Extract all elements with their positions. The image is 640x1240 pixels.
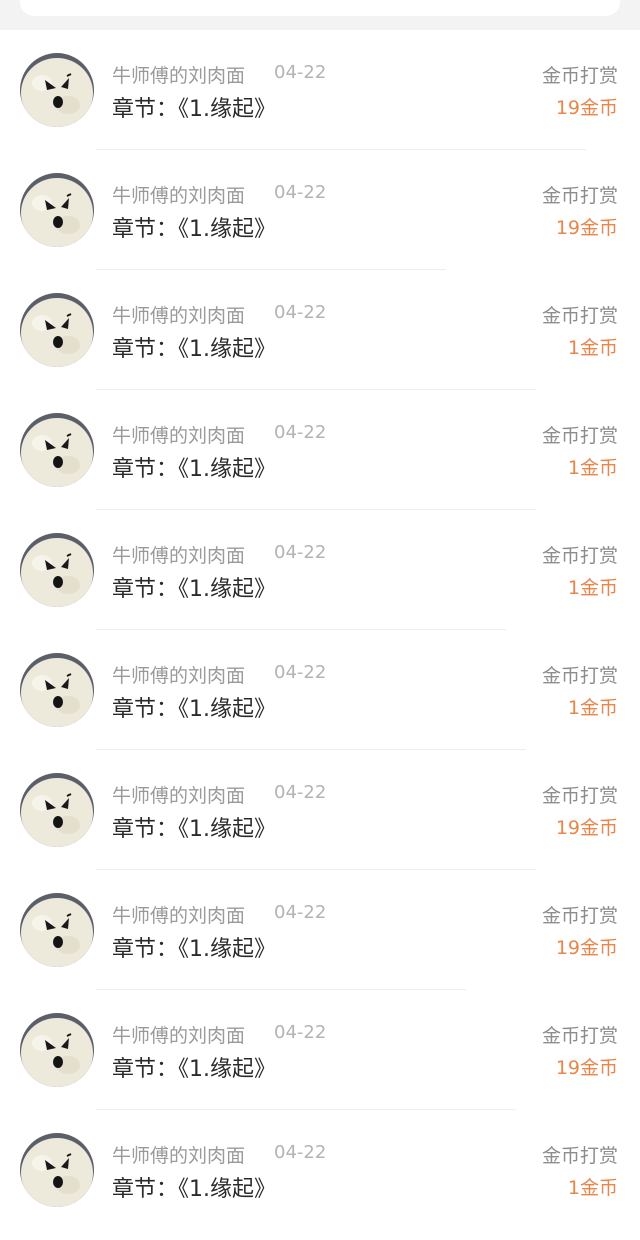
user-name[interactable]: 牛师傅的刘肉面: [112, 61, 245, 88]
record-date: 04-22: [274, 422, 327, 443]
tip-amount: 19金币: [555, 1057, 618, 1079]
tip-amount: 1金币: [567, 577, 618, 599]
chapter-title: 章节：《1.缘起》: [112, 817, 276, 842]
angry-bear-avatar-icon: [20, 413, 94, 487]
chapter-title: 章节：《1.缘起》: [112, 457, 276, 482]
tip-record-row[interactable]: 牛师傅的刘肉面 04-22 章节：《1.缘起》 金币打赏 19金币: [0, 990, 640, 1110]
angry-bear-avatar-icon: [20, 893, 94, 967]
tip-record-row[interactable]: 牛师傅的刘肉面 04-22 章节：《1.缘起》 金币打赏 19金币: [0, 870, 640, 990]
tip-records-list: 牛师傅的刘肉面 04-22 章节：《1.缘起》 金币打赏 19金币 牛师傅的刘肉…: [0, 30, 640, 1240]
angry-bear-avatar-icon: [20, 773, 94, 847]
tip-type-label: 金币打赏: [541, 1145, 618, 1167]
user-avatar[interactable]: [20, 893, 94, 967]
tip-amount: 1金币: [567, 697, 618, 719]
angry-bear-avatar-icon: [20, 53, 94, 127]
user-name[interactable]: 牛师傅的刘肉面: [112, 181, 245, 208]
record-date: 04-22: [274, 782, 327, 803]
chapter-title: 章节：《1.缘起》: [112, 97, 276, 122]
tip-amount: 19金币: [555, 217, 618, 239]
tip-type-label: 金币打赏: [541, 65, 618, 87]
record-date: 04-22: [274, 1142, 327, 1163]
user-name[interactable]: 牛师傅的刘肉面: [112, 901, 245, 928]
tip-type-label: 金币打赏: [541, 305, 618, 327]
tip-amount: 19金币: [555, 937, 618, 959]
angry-bear-avatar-icon: [20, 293, 94, 367]
user-avatar[interactable]: [20, 413, 94, 487]
user-name[interactable]: 牛师傅的刘肉面: [112, 781, 245, 808]
angry-bear-avatar-icon: [20, 1013, 94, 1087]
chapter-title: 章节：《1.缘起》: [112, 937, 276, 962]
chapter-title: 章节：《1.缘起》: [112, 577, 276, 602]
user-avatar[interactable]: [20, 53, 94, 127]
top-edge: [0, 0, 640, 30]
user-avatar[interactable]: [20, 533, 94, 607]
tip-record-row[interactable]: 牛师傅的刘肉面 04-22 章节：《1.缘起》 金币打赏 19金币: [0, 30, 640, 150]
tip-record-row[interactable]: 牛师傅的刘肉面 04-22 章节：《1.缘起》 金币打赏 1金币: [0, 1110, 640, 1230]
tip-record-row[interactable]: 牛师傅的刘肉面 04-22 章节：《1.缘起》 金币打赏 19金币: [0, 750, 640, 870]
record-date: 04-22: [274, 1022, 327, 1043]
record-date: 04-22: [274, 182, 327, 203]
tip-type-label: 金币打赏: [541, 665, 618, 687]
user-avatar[interactable]: [20, 653, 94, 727]
user-avatar[interactable]: [20, 173, 94, 247]
tip-type-label: 金币打赏: [541, 425, 618, 447]
tip-type-label: 金币打赏: [541, 785, 618, 807]
tip-type-label: 金币打赏: [541, 545, 618, 567]
user-name[interactable]: 牛师傅的刘肉面: [112, 301, 245, 328]
chapter-title: 章节：《1.缘起》: [112, 1177, 276, 1202]
record-date: 04-22: [274, 62, 327, 83]
user-name[interactable]: 牛师傅的刘肉面: [112, 421, 245, 448]
tip-type-label: 金币打赏: [541, 1025, 618, 1047]
user-avatar[interactable]: [20, 293, 94, 367]
tip-amount: 1金币: [567, 337, 618, 359]
tip-type-label: 金币打赏: [541, 185, 618, 207]
chapter-title: 章节：《1.缘起》: [112, 337, 276, 362]
tip-record-row[interactable]: 牛师傅的刘肉面 04-22 章节：《1.缘起》 金币打赏 1金币: [0, 270, 640, 390]
angry-bear-avatar-icon: [20, 173, 94, 247]
record-date: 04-22: [274, 662, 327, 683]
angry-bear-avatar-icon: [20, 1133, 94, 1207]
tip-record-row[interactable]: 牛师傅的刘肉面 04-22 章节：《1.缘起》 金币打赏 1金币: [0, 390, 640, 510]
record-date: 04-22: [274, 302, 327, 323]
tip-type-label: 金币打赏: [541, 905, 618, 927]
user-avatar[interactable]: [20, 1133, 94, 1207]
tip-amount: 1金币: [567, 457, 618, 479]
angry-bear-avatar-icon: [20, 653, 94, 727]
user-name[interactable]: 牛师傅的刘肉面: [112, 541, 245, 568]
chapter-title: 章节：《1.缘起》: [112, 217, 276, 242]
tip-record-row[interactable]: 牛师傅的刘肉面 04-22 章节：《1.缘起》 金币打赏 1金币: [0, 630, 640, 750]
record-date: 04-22: [274, 542, 327, 563]
user-name[interactable]: 牛师傅的刘肉面: [112, 1021, 245, 1048]
angry-bear-avatar-icon: [20, 533, 94, 607]
tip-amount: 1金币: [567, 1177, 618, 1199]
tip-record-row[interactable]: 牛师傅的刘肉面 04-22 章节：《1.缘起》 金币打赏 1金币: [0, 510, 640, 630]
header-card-edge: [20, 0, 620, 16]
tip-record-row[interactable]: 牛师傅的刘肉面 04-22 章节：《1.缘起》 金币打赏 19金币: [0, 150, 640, 270]
user-avatar[interactable]: [20, 773, 94, 847]
chapter-title: 章节：《1.缘起》: [112, 1057, 276, 1082]
record-date: 04-22: [274, 902, 327, 923]
tip-amount: 19金币: [555, 97, 618, 119]
tip-amount: 19金币: [555, 817, 618, 839]
user-avatar[interactable]: [20, 1013, 94, 1087]
chapter-title: 章节：《1.缘起》: [112, 697, 276, 722]
user-name[interactable]: 牛师傅的刘肉面: [112, 661, 245, 688]
user-name[interactable]: 牛师傅的刘肉面: [112, 1141, 245, 1168]
